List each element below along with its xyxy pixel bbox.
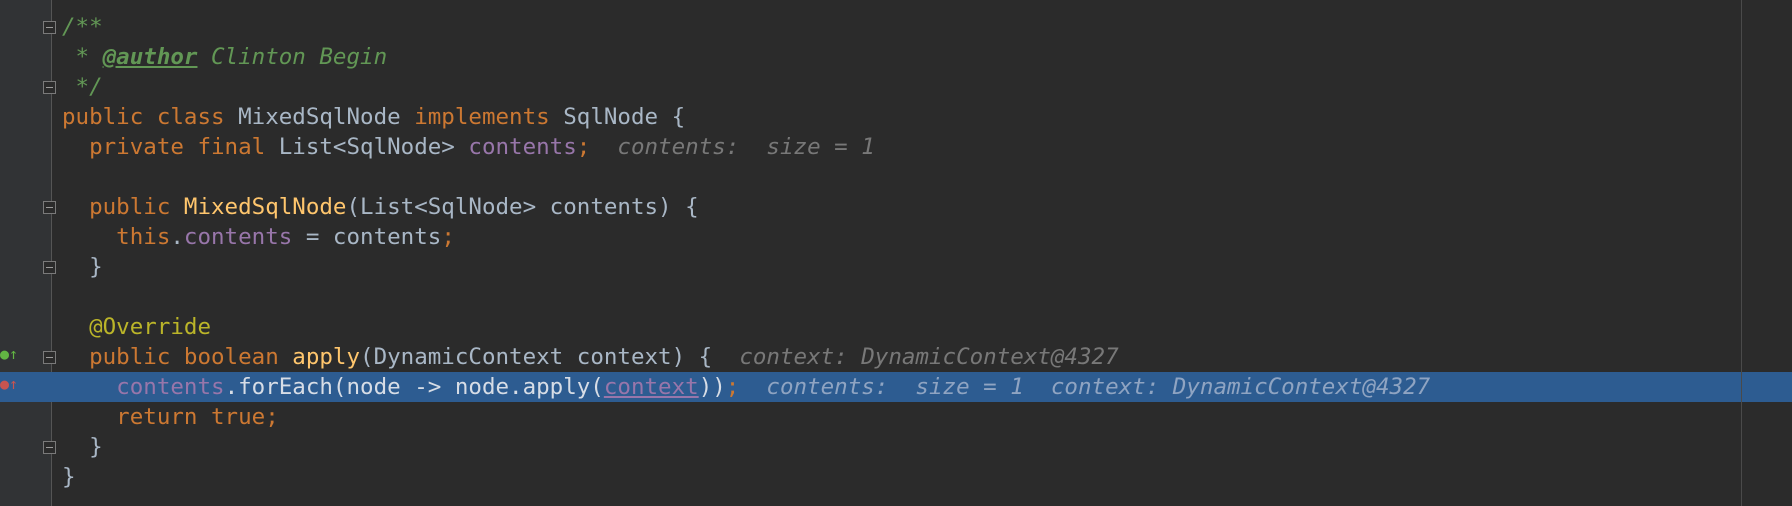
code-token: public class — [62, 104, 239, 130]
code-token: } — [62, 434, 103, 460]
inline-debug-hint: contents: size = 1 — [590, 134, 875, 160]
code-token: } — [62, 464, 76, 490]
code-text: public class MixedSqlNode implements Sql… — [62, 102, 685, 132]
fold-toggle-icon[interactable] — [43, 261, 56, 274]
code-token: .forEach(node -> node.apply( — [224, 374, 604, 400]
code-token: = contents — [292, 224, 442, 250]
code-token: contents — [116, 374, 225, 400]
inline-debug-hint: contents: size = 1 context: DynamicConte… — [739, 374, 1431, 400]
code-token: MixedSqlNode — [183, 194, 347, 220]
code-line[interactable] — [0, 162, 1792, 192]
code-line[interactable]: * @author Clinton Begin — [0, 42, 1792, 72]
code-token: ; — [265, 404, 279, 430]
code-token: implements — [414, 104, 564, 130]
code-token: return true — [62, 404, 266, 430]
code-line[interactable]: private final List<SqlNode> contents; co… — [0, 132, 1792, 162]
fold-toggle-icon[interactable] — [43, 81, 56, 94]
code-line[interactable]: public boolean apply(DynamicContext cont… — [0, 342, 1792, 372]
code-line[interactable]: public MixedSqlNode(List<SqlNode> conten… — [0, 192, 1792, 222]
code-text: public boolean apply(DynamicContext cont… — [62, 342, 1119, 372]
code-text: } — [62, 462, 76, 492]
code-text: } — [62, 252, 103, 282]
code-line[interactable]: } — [0, 252, 1792, 282]
fold-toggle-icon[interactable] — [43, 201, 56, 214]
code-text: @Override — [62, 312, 211, 342]
code-text: private final List<SqlNode> contents; co… — [62, 132, 875, 162]
code-token: ; — [441, 224, 455, 250]
code-token: (List<SqlNode> contents) { — [346, 194, 699, 220]
code-token: public boolean — [62, 344, 293, 370]
fold-toggle-icon[interactable] — [43, 21, 56, 34]
right-margin-guide — [1741, 0, 1742, 506]
code-token: ; — [725, 374, 740, 400]
code-token: @author — [102, 44, 198, 70]
code-line[interactable]: /** — [0, 12, 1792, 42]
inline-debug-hint: context: DynamicContext@4327 — [712, 344, 1119, 370]
code-text: /** — [62, 12, 103, 42]
code-line[interactable]: this.contents = contents; — [0, 222, 1792, 252]
code-token: Clinton Begin — [197, 44, 388, 70]
code-token: contents — [183, 224, 293, 250]
code-token: */ — [62, 74, 103, 100]
code-line[interactable]: } — [0, 462, 1792, 492]
code-token: contents — [468, 134, 577, 160]
code-token: )) — [698, 374, 726, 400]
code-token: MixedSqlNode — [238, 104, 415, 130]
code-token: context — [603, 374, 699, 400]
code-token: } — [62, 254, 103, 280]
code-token: ; — [576, 134, 591, 160]
code-token: SqlNode { — [563, 104, 686, 130]
code-line[interactable]: return true; — [0, 402, 1792, 432]
code-text: */ — [62, 72, 103, 102]
code-line[interactable]: public class MixedSqlNode implements Sql… — [0, 102, 1792, 132]
code-line[interactable]: */ — [0, 72, 1792, 102]
code-editor[interactable]: /** * @author Clinton Begin */public cla… — [0, 0, 1792, 506]
code-token: * — [62, 44, 103, 70]
code-text: contents.forEach(node -> node.apply(cont… — [62, 372, 1430, 402]
code-line[interactable]: @Override — [0, 312, 1792, 342]
code-token: @Override — [62, 314, 212, 340]
code-text: * @author Clinton Begin — [62, 42, 388, 72]
code-token: /** — [62, 14, 103, 40]
code-token: (DynamicContext context) { — [360, 344, 713, 370]
code-token: apply — [292, 344, 361, 370]
code-line[interactable] — [0, 282, 1792, 312]
code-line-current[interactable]: contents.forEach(node -> node.apply(cont… — [0, 372, 1792, 402]
breakpoint-icon[interactable]: ●↑ — [0, 375, 18, 397]
fold-toggle-icon[interactable] — [43, 441, 56, 454]
code-text: this.contents = contents; — [62, 222, 455, 252]
code-line[interactable]: } — [0, 432, 1792, 462]
code-token: . — [170, 224, 184, 250]
code-token: private final — [62, 134, 279, 160]
code-text: public MixedSqlNode(List<SqlNode> conten… — [62, 192, 699, 222]
code-text: } — [62, 432, 103, 462]
code-text: return true; — [62, 402, 279, 432]
code-token: List<SqlNode> — [278, 134, 469, 160]
code-token: public — [62, 194, 184, 220]
implementing-method-icon[interactable]: ●↑ — [0, 345, 18, 367]
fold-toggle-icon[interactable] — [43, 351, 56, 364]
code-token: this — [62, 224, 171, 250]
